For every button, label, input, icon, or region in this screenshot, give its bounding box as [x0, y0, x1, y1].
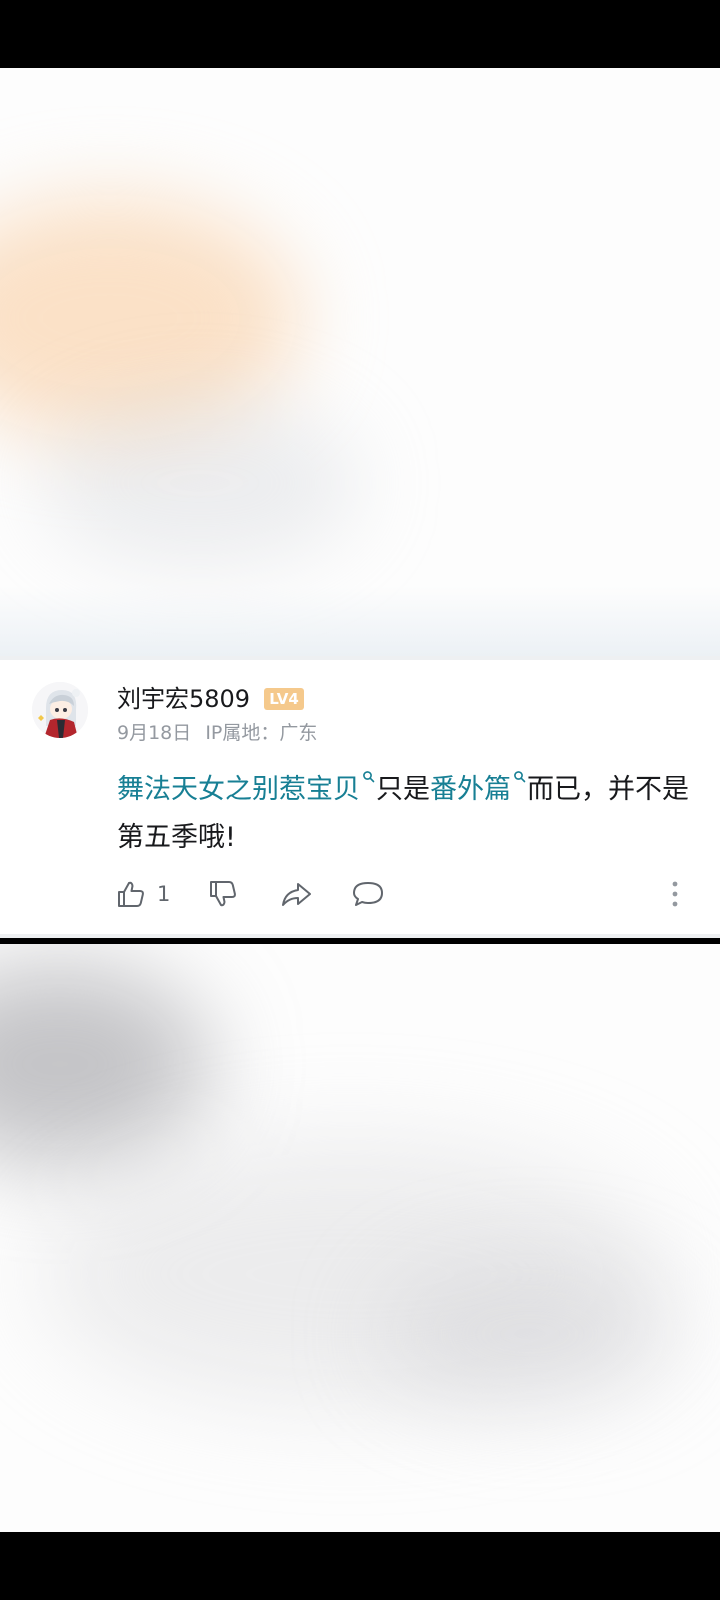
comment-meta: 9月18日 IP属地：广东 [117, 720, 317, 746]
comment-actions: 1 [0, 870, 720, 918]
level-badge: LV4 [264, 688, 304, 710]
comment-bubble-icon [353, 882, 383, 906]
avatar-illustration [32, 682, 88, 738]
keyword-link[interactable]: 番外篇 [430, 774, 511, 805]
search-icon [363, 771, 375, 783]
more-vertical-icon [672, 881, 678, 907]
comment-text: 舞法天女之别惹宝贝 只是番外篇 而已，并不是第五季哦! [117, 766, 702, 862]
status-bar-area [0, 0, 720, 68]
dislike-button[interactable] [207, 870, 239, 918]
comment-text-segment: 只是 [376, 774, 430, 805]
thumbs-down-icon [210, 881, 236, 907]
blur-blob [40, 398, 360, 568]
comment-item: 刘宇宏5809 LV4 9月18日 IP属地：广东 舞法天女之别惹宝贝 只是番外篇… [0, 660, 720, 934]
more-options-button[interactable] [668, 870, 682, 918]
divider [0, 934, 720, 938]
comment-date: 9月18日 [117, 722, 192, 744]
avatar[interactable] [32, 682, 88, 738]
screen: 刘宇宏5809 LV4 9月18日 IP属地：广东 舞法天女之别惹宝贝 只是番外篇… [0, 0, 720, 1600]
blur-blob [380, 1264, 680, 1404]
navigation-bar-area [0, 1532, 720, 1600]
blurred-content-top [0, 68, 720, 656]
like-button[interactable]: 1 [115, 870, 170, 918]
reply-button[interactable] [351, 870, 385, 918]
ip-location: IP属地：广东 [205, 722, 318, 744]
like-count: 1 [157, 882, 171, 906]
thumbs-up-icon [118, 881, 144, 907]
share-icon [282, 883, 311, 906]
share-button[interactable] [279, 870, 313, 918]
blurred-content-bottom [0, 944, 720, 1532]
blur-fade [0, 586, 720, 656]
keyword-link[interactable]: 舞法天女之别惹宝贝 [117, 774, 360, 805]
username[interactable]: 刘宇宏5809 [117, 684, 250, 714]
search-icon [514, 771, 526, 783]
blur-blob [0, 964, 210, 1164]
